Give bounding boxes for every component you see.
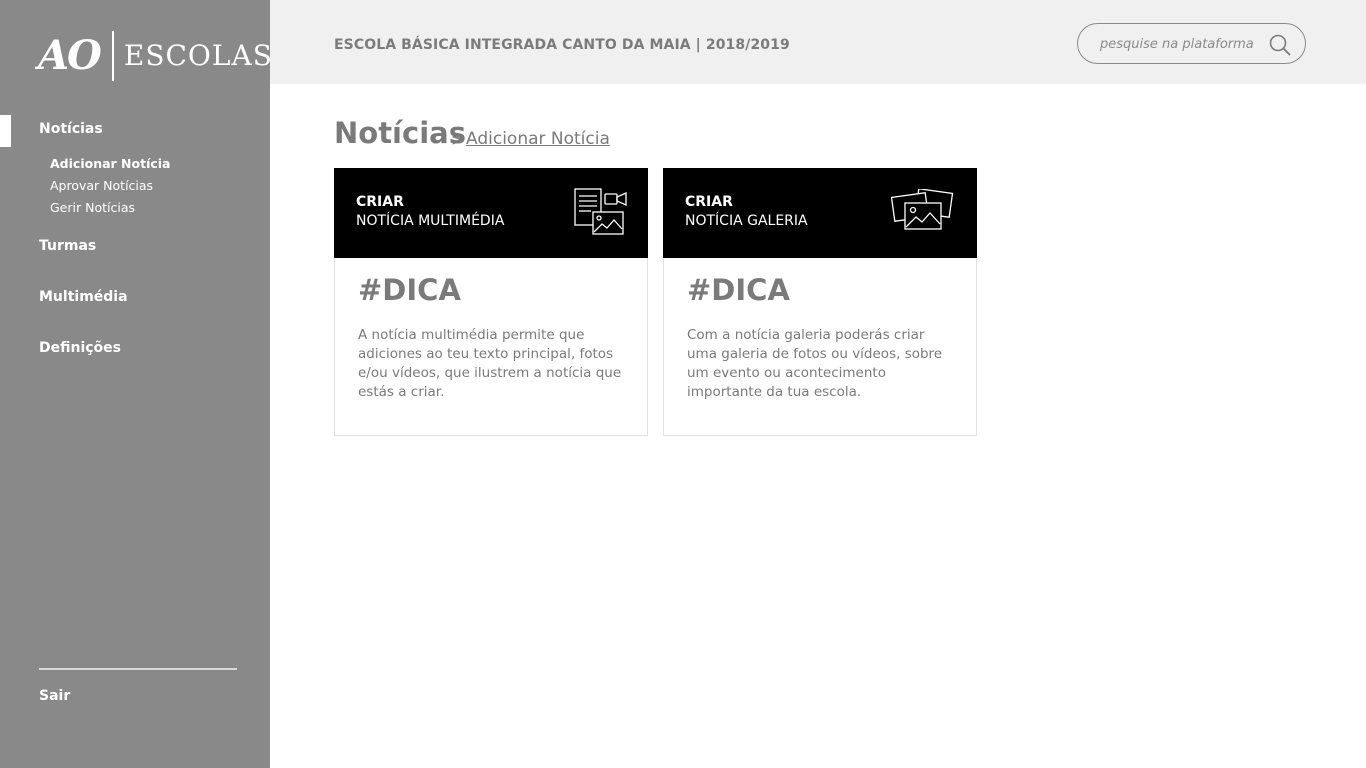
multimedia-news-icon — [574, 188, 627, 235]
card-gallery-news: CRIAR NOTÍCIA GALERIA #DICA Com a notíci… — [663, 168, 977, 436]
search-box[interactable] — [1077, 23, 1306, 64]
logo-escolas: ESCOLAS — [123, 39, 273, 72]
sidebar-item-turmas[interactable]: Turmas — [39, 238, 96, 254]
sidebar-subitem-gerir-noticias[interactable]: Gerir Notícias — [50, 200, 135, 215]
top-bar: ESCOLA BÁSICA INTEGRADA CANTO DA MAIA | … — [270, 0, 1366, 84]
breadcrumb-separator: > — [451, 130, 465, 149]
card-head-line2: NOTÍCIA GALERIA — [685, 213, 808, 229]
active-nav-indicator — [0, 115, 11, 147]
gallery-icon — [891, 189, 954, 230]
sidebar-divider — [39, 668, 237, 670]
page-title: Notícias — [334, 116, 466, 150]
logo-ao: AO — [38, 32, 102, 79]
school-name: ESCOLA BÁSICA INTEGRADA CANTO DA MAIA | … — [334, 37, 790, 53]
search-icon[interactable] — [1268, 33, 1292, 57]
logo[interactable]: AO ESCOLAS — [38, 30, 273, 82]
card-head-line1: CRIAR — [685, 194, 733, 210]
logout-link[interactable]: Sair — [39, 688, 70, 704]
tip-text: A notícia multimédia permite que adicion… — [358, 327, 622, 400]
card-head-line2: NOTÍCIA MULTIMÉDIA — [356, 213, 505, 229]
sidebar-subitem-adicionar-noticia[interactable]: Adicionar Notícia — [50, 156, 170, 171]
tip-heading: #DICA — [687, 273, 790, 307]
tip-heading: #DICA — [358, 273, 461, 307]
sidebar-item-definicoes[interactable]: Definições — [39, 340, 121, 356]
create-gallery-news-button[interactable]: CRIAR NOTÍCIA GALERIA — [663, 168, 977, 258]
card-head-line1: CRIAR — [356, 194, 404, 210]
search-input[interactable] — [1100, 33, 1270, 55]
card-multimedia-news: CRIAR NOTÍCIA MULTIMÉDIA #DICA A notícia… — [334, 168, 648, 436]
sidebar: AO ESCOLAS Notícias Adicionar Notícia Ap… — [0, 0, 273, 768]
sidebar-subitem-aprovar-noticias[interactable]: Aprovar Notícias — [50, 178, 153, 193]
sidebar-item-noticias[interactable]: Notícias — [39, 121, 103, 137]
logo-divider — [111, 31, 114, 81]
tip-text: Com a notícia galeria poderás criar uma … — [687, 327, 943, 400]
create-multimedia-news-button[interactable]: CRIAR NOTÍCIA MULTIMÉDIA — [334, 168, 648, 258]
sidebar-item-multimedia[interactable]: Multimédia — [39, 289, 128, 305]
breadcrumb-current[interactable]: Adicionar Notícia — [466, 129, 610, 149]
